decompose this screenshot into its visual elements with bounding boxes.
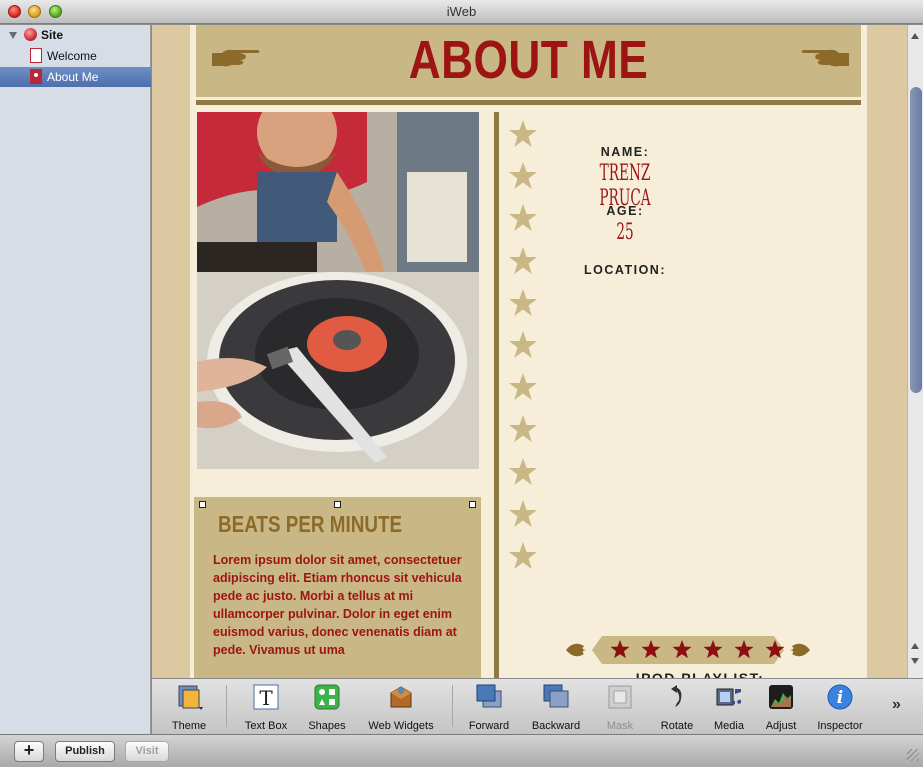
- toolbar-label: Theme: [171, 720, 207, 732]
- web-page[interactable]: ABOUT ME BEATS PER MINUTE Lorem ipsum do…: [190, 25, 867, 678]
- star-ribbon-banner[interactable]: [562, 633, 814, 667]
- toolbar-label: Media: [714, 720, 744, 732]
- web-widgets-button[interactable]: Web Widgets: [362, 683, 440, 732]
- header-divider-line: [196, 100, 861, 105]
- toolbar-label: Rotate: [660, 720, 694, 732]
- web-widgets-icon: [390, 686, 412, 708]
- resize-handle[interactable]: [469, 501, 476, 508]
- inspector-icon: i: [827, 684, 853, 710]
- theme-button[interactable]: Theme: [166, 683, 212, 732]
- page-title[interactable]: ABOUT ME: [256, 29, 801, 91]
- window-title: iWeb: [446, 4, 477, 19]
- inspector-button[interactable]: i Inspector: [812, 683, 868, 732]
- sidebar-item-label: Welcome: [47, 49, 97, 63]
- site-organizer-sidebar: Site Welcome About Me: [0, 25, 151, 734]
- decorative-star-column: [508, 119, 542, 583]
- star-icon: [509, 415, 537, 443]
- turntable-image: [197, 112, 479, 469]
- star-icon: [509, 246, 537, 274]
- backward-icon: [543, 684, 569, 708]
- toolbar-separator: [452, 685, 453, 727]
- scrollbar-thumb[interactable]: [910, 87, 922, 393]
- toolbar-label: Adjust: [765, 720, 797, 732]
- scroll-up-arrow-icon[interactable]: [911, 33, 919, 39]
- toolbar-label: Mask: [606, 720, 634, 732]
- vertical-scrollbar[interactable]: [907, 25, 923, 678]
- svg-text:i: i: [837, 688, 843, 708]
- toolbar-label: Shapes: [308, 720, 346, 732]
- person-page-icon: [30, 69, 42, 84]
- dj-turntable-photo[interactable]: [197, 112, 479, 469]
- disclosure-triangle-icon[interactable]: [9, 32, 17, 39]
- resize-grip[interactable]: [907, 749, 919, 761]
- media-icon: [716, 688, 741, 706]
- forward-button[interactable]: Forward: [464, 683, 514, 732]
- star-icon: [509, 499, 537, 527]
- age-value[interactable]: 25: [572, 220, 677, 245]
- column-divider: [494, 112, 499, 678]
- sidebar-item-site[interactable]: Site: [0, 25, 151, 45]
- theme-icon: [178, 685, 203, 710]
- star-icon: [509, 120, 537, 147]
- visit-button[interactable]: Visit: [125, 741, 169, 762]
- bottom-bar: + Publish Visit: [0, 734, 923, 767]
- sidebar-item-label: Site: [41, 28, 64, 42]
- shapes-icon: [314, 684, 340, 710]
- star-icon: [509, 541, 537, 569]
- star-icon: [509, 457, 537, 485]
- resize-handle[interactable]: [199, 501, 206, 508]
- adjust-icon: [769, 685, 793, 709]
- site-globe-icon: [24, 28, 37, 41]
- page-icon: [30, 48, 42, 63]
- rotate-icon: [671, 685, 682, 707]
- add-page-button[interactable]: +: [14, 741, 44, 762]
- text-box-button[interactable]: T Text Box: [238, 683, 294, 732]
- backward-button[interactable]: Backward: [526, 683, 586, 732]
- shapes-button[interactable]: Shapes: [302, 683, 352, 732]
- sidebar-item-label: About Me: [47, 70, 99, 84]
- location-label[interactable]: LOCATION:: [540, 263, 710, 277]
- svg-text:T: T: [259, 686, 273, 710]
- page-canvas[interactable]: ABOUT ME BEATS PER MINUTE Lorem ipsum do…: [152, 25, 907, 678]
- sidebar-item-about-me[interactable]: About Me: [0, 67, 151, 87]
- toolbar-label: Backward: [531, 720, 581, 732]
- toolbar-label: Inspector: [817, 720, 863, 732]
- toolbar-label: Forward: [468, 720, 510, 732]
- toolbar-separator: [226, 685, 227, 727]
- mask-button[interactable]: Mask: [598, 683, 642, 732]
- pointing-hand-left-icon: [801, 49, 849, 67]
- name-label[interactable]: NAME:: [540, 145, 710, 159]
- blurb-body-text[interactable]: Lorem ipsum dolor sit amet, consectetuer…: [213, 551, 473, 659]
- star-icon: [509, 204, 537, 232]
- window-titlebar: iWeb: [0, 0, 923, 24]
- toolbar-label: Web Widgets: [368, 720, 434, 732]
- star-icon: [509, 373, 537, 401]
- sidebar-item-welcome[interactable]: Welcome: [0, 46, 151, 66]
- blurb-heading[interactable]: BEATS PER MINUTE: [218, 511, 402, 538]
- resize-handle[interactable]: [334, 501, 341, 508]
- adjust-button[interactable]: Adjust: [758, 683, 804, 732]
- ipod-playlist-heading[interactable]: IPOD PLAYLIST:: [610, 670, 790, 678]
- scroll-down-arrow-icon[interactable]: [911, 658, 919, 664]
- beats-per-minute-textbox[interactable]: BEATS PER MINUTE Lorem ipsum dolor sit a…: [194, 497, 481, 678]
- star-icon: [509, 162, 537, 190]
- star-icon: [509, 288, 537, 316]
- rotate-button[interactable]: Rotate: [654, 683, 700, 732]
- star-icon: [509, 330, 537, 358]
- pointing-hand-right-icon: [212, 49, 260, 67]
- forward-icon: [476, 684, 502, 708]
- main-toolbar: Theme T Text Box Shapes Web Widgets Forw…: [152, 678, 923, 734]
- publish-button[interactable]: Publish: [55, 741, 115, 762]
- age-label[interactable]: AGE:: [540, 204, 710, 218]
- mask-icon: [608, 685, 632, 709]
- header-banner[interactable]: ABOUT ME: [196, 25, 861, 97]
- toolbar-label: Text Box: [244, 720, 288, 732]
- scroll-up-arrow-icon[interactable]: [911, 643, 919, 649]
- toolbar-overflow-button[interactable]: »: [892, 696, 901, 714]
- media-button[interactable]: Media: [708, 683, 750, 732]
- text-box-icon: T: [253, 684, 279, 710]
